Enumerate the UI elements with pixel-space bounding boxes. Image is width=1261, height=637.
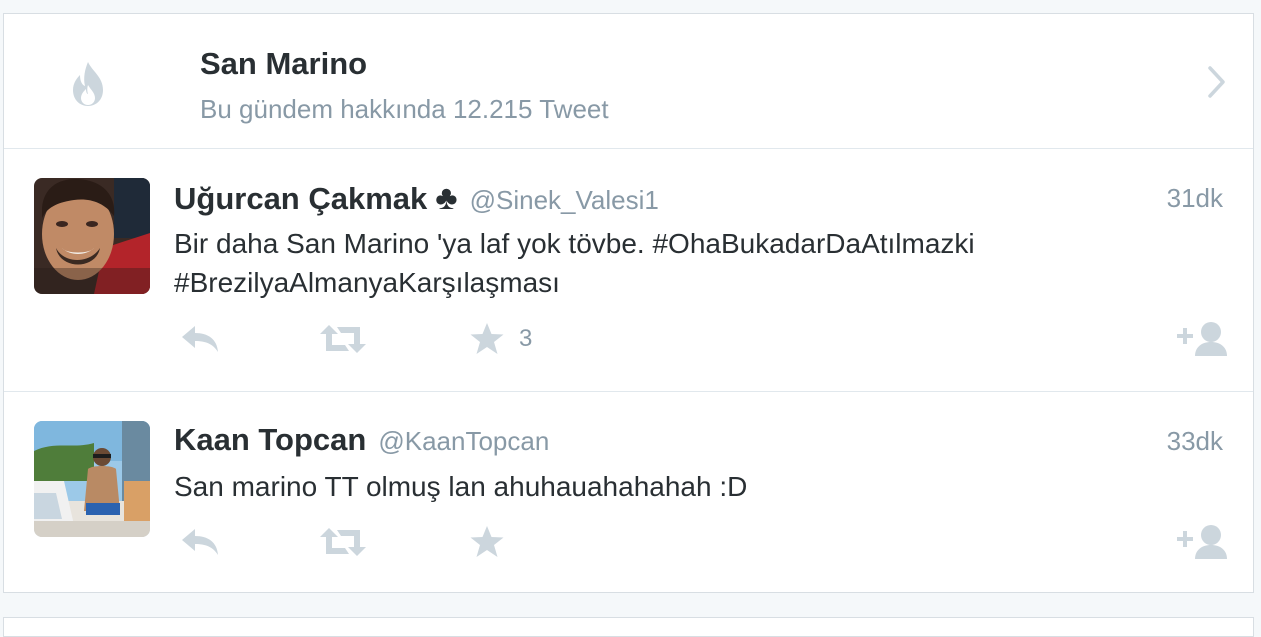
chevron-right-icon[interactable] <box>1207 65 1227 99</box>
tweet-actions <box>174 522 1234 562</box>
follow-user-icon <box>1177 322 1227 356</box>
trend-header[interactable]: San Marino Bu gündem hakkında 12.215 Twe… <box>4 14 1253 149</box>
star-icon <box>470 526 504 557</box>
follow-button[interactable] <box>1175 319 1229 359</box>
tweet[interactable]: Kaan Topcan @KaanTopcan 33dk San marino T… <box>4 392 1253 592</box>
reply-button[interactable] <box>180 319 220 359</box>
avatar-photo <box>34 421 150 537</box>
flame-icon <box>73 62 103 106</box>
favorite-button[interactable]: 3 <box>469 319 532 359</box>
avatar-photo <box>34 178 150 294</box>
tweet-timestamp[interactable]: 31dk <box>1167 183 1223 214</box>
tweet-text: San marino TT olmuş lan ahuhauahahahah :… <box>174 467 1174 506</box>
next-card <box>3 617 1254 637</box>
user-fullname[interactable]: Kaan Topcan <box>174 422 366 457</box>
tweet-text-line: #BrezilyaAlmanyaKarşılaşması <box>174 267 560 298</box>
club-suit-icon: ♣ <box>435 179 458 217</box>
avatar[interactable] <box>34 178 150 294</box>
reply-button[interactable] <box>180 522 220 562</box>
tweet-timestamp[interactable]: 33dk <box>1167 426 1223 457</box>
retweet-icon <box>320 528 366 556</box>
favorite-button[interactable] <box>469 522 505 562</box>
tweet-actions: 3 <box>174 319 1234 359</box>
tweet[interactable]: Uğurcan Çakmak ♣ @Sinek_Valesi1 31dk Bir d… <box>4 149 1253 392</box>
favorite-count: 3 <box>519 325 533 352</box>
tweet-header: Uğurcan Çakmak ♣ @Sinek_Valesi1 <box>174 179 659 218</box>
trend-title[interactable]: San Marino <box>200 46 367 82</box>
tweet-text: Bir daha San Marino 'ya laf yok tövbe. #… <box>174 224 1174 302</box>
retweet-icon <box>320 325 366 353</box>
star-icon <box>470 323 504 354</box>
user-handle[interactable]: @Sinek_Valesi1 <box>470 185 659 215</box>
reply-icon <box>182 326 218 352</box>
follow-button[interactable] <box>1175 522 1229 562</box>
tweet-header: Kaan Topcan @KaanTopcan <box>174 422 549 458</box>
user-handle[interactable]: @KaanTopcan <box>378 426 549 456</box>
tweet-text-line: San marino TT olmuş lan ahuhauahahahah :… <box>174 471 748 502</box>
retweet-button[interactable] <box>319 319 367 359</box>
trend-timeline-card: San Marino Bu gündem hakkında 12.215 Twe… <box>3 13 1254 593</box>
tweet-text-line: Bir daha San Marino 'ya laf yok tövbe. #… <box>174 228 975 259</box>
trend-tweet-count: Bu gündem hakkında 12.215 Tweet <box>200 94 609 124</box>
user-fullname[interactable]: Uğurcan Çakmak <box>174 181 427 216</box>
follow-user-icon <box>1177 525 1227 559</box>
retweet-button[interactable] <box>319 522 367 562</box>
avatar[interactable] <box>34 421 150 537</box>
reply-icon <box>182 529 218 555</box>
